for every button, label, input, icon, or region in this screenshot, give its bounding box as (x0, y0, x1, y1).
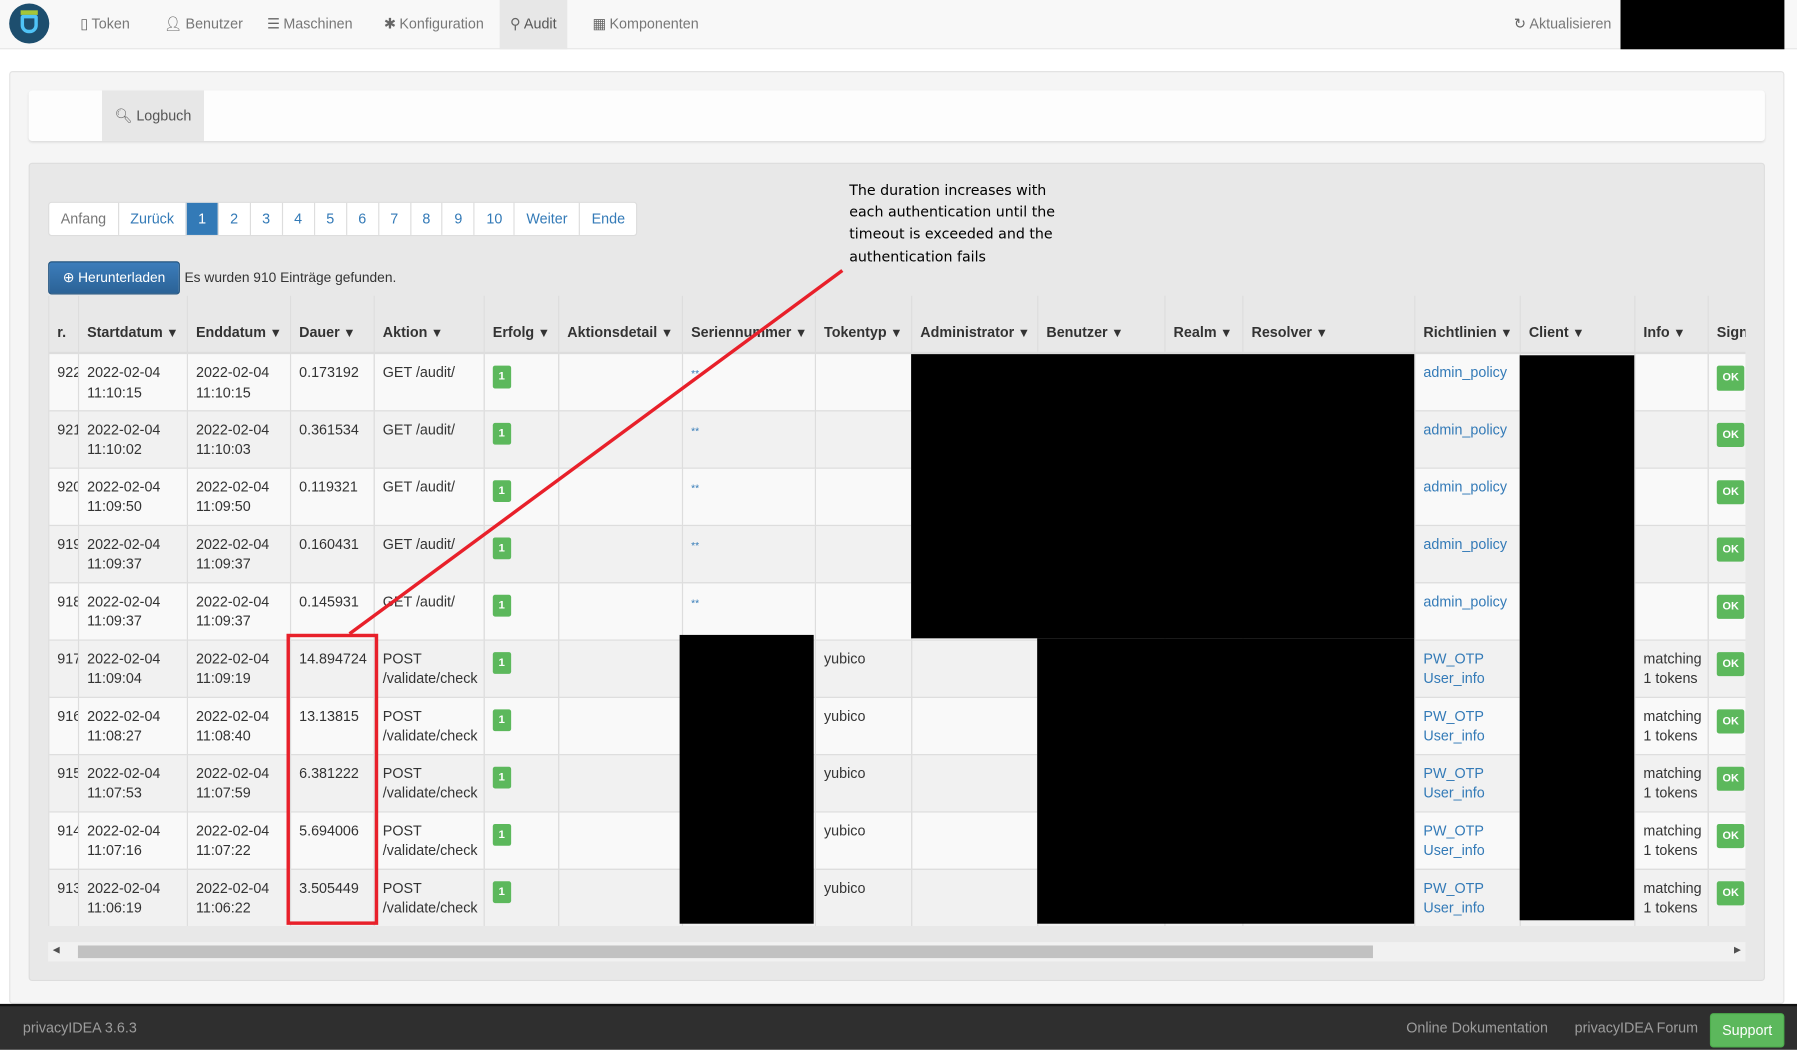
forum-link[interactable]: privacyIDEA Forum (1575, 1020, 1698, 1036)
annotation-overlay (286, 269, 844, 925)
version-label: privacyIDEA 3.6.3 (22, 1019, 137, 1037)
docs-link[interactable]: Online Dokumentation (1406, 1020, 1548, 1036)
support-button[interactable]: Support (1709, 1013, 1785, 1048)
page: ▯ Token 👤︎ Benutzer ☰ Maschinen ✱ Konfiguration… (0, 0, 1797, 1050)
annotation-arrow-line (348, 269, 844, 636)
annotation-text: The duration increases with each authent… (849, 181, 1056, 265)
annotation-highlight-box (286, 633, 379, 925)
